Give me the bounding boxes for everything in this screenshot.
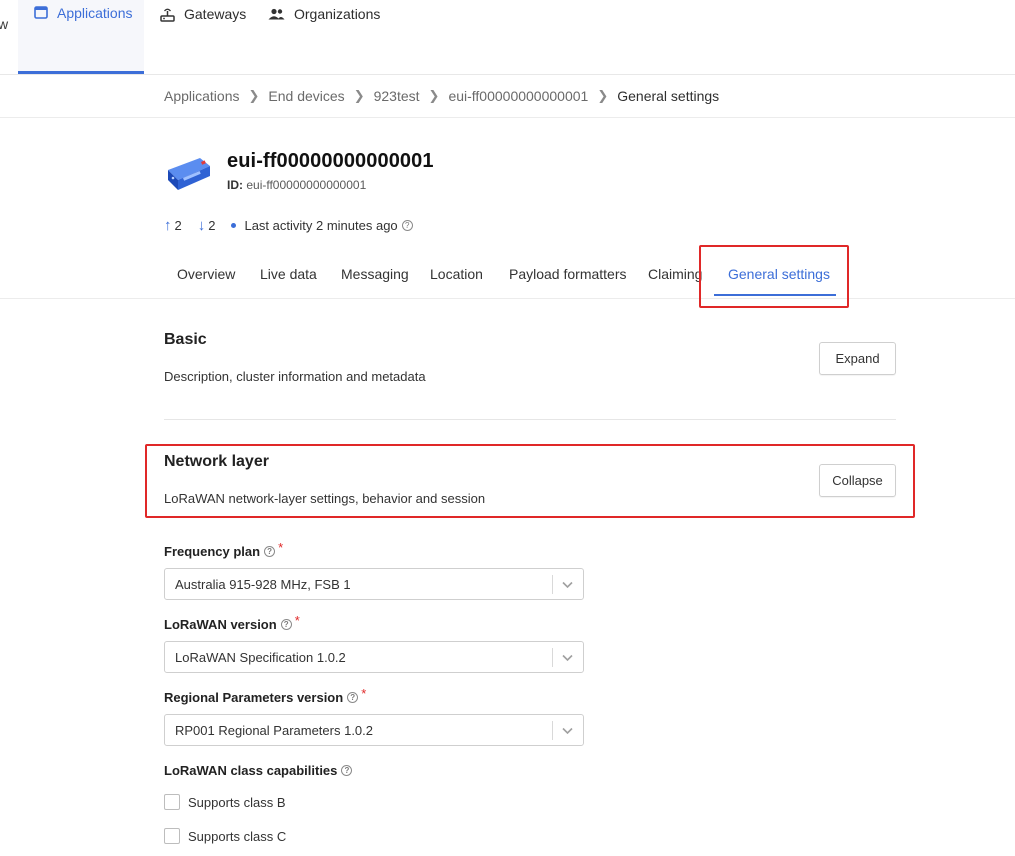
class-c-label: Supports class C bbox=[188, 828, 287, 844]
downlink-stat: ↓ 2 bbox=[198, 218, 216, 233]
breadcrumb-applications[interactable]: Applications bbox=[164, 88, 240, 104]
help-icon[interactable]: ? bbox=[264, 546, 276, 557]
nav-item-overview-cut[interactable]: w bbox=[0, 16, 8, 32]
breadcrumb-application-id[interactable]: 923test bbox=[374, 88, 420, 104]
highlight-box-tab bbox=[699, 245, 849, 308]
tab-claiming[interactable]: Claiming bbox=[648, 266, 702, 282]
class-b-label: Supports class B bbox=[188, 794, 286, 810]
top-navigation: w Applications Gateways Organizations bbox=[0, 0, 1015, 75]
tab-payload-formatters[interactable]: Payload formatters bbox=[509, 266, 627, 282]
application-window-icon bbox=[34, 6, 48, 19]
regional-params-select[interactable]: RP001 Regional Parameters 1.0.2 bbox=[164, 714, 584, 746]
select-separator bbox=[552, 575, 553, 594]
device-id: ID: eui-ff00000000000001 bbox=[227, 178, 366, 192]
section-desc-network-layer: LoRaWAN network-layer settings, behavior… bbox=[164, 491, 486, 506]
status-dot-icon bbox=[231, 223, 237, 228]
arrow-down-icon: ↓ bbox=[197, 217, 206, 234]
nav-item-label: Organizations bbox=[294, 6, 381, 22]
chevron-down-icon bbox=[562, 581, 573, 589]
chevron-right-icon: ❯ bbox=[353, 88, 365, 103]
class-b-option[interactable]: Supports class B bbox=[164, 794, 286, 810]
breadcrumb-current: General settings bbox=[617, 88, 720, 104]
select-separator bbox=[552, 648, 553, 667]
breadcrumb-device-id[interactable]: eui-ff00000000000001 bbox=[448, 88, 588, 104]
chevron-right-icon: ❯ bbox=[597, 88, 609, 103]
lorawan-version-value: LoRaWAN Specification 1.0.2 bbox=[175, 650, 346, 665]
lorawan-version-select[interactable]: LoRaWAN Specification 1.0.2 bbox=[164, 641, 584, 673]
chevron-right-icon: ❯ bbox=[248, 88, 260, 103]
device-id-value: eui-ff00000000000001 bbox=[246, 178, 367, 192]
chevron-down-icon bbox=[562, 727, 573, 735]
end-device-icon bbox=[164, 154, 212, 194]
tab-messaging[interactable]: Messaging bbox=[341, 266, 409, 282]
downlink-count: 2 bbox=[208, 218, 216, 233]
frequency-plan-select[interactable]: Australia 915-928 MHz, FSB 1 bbox=[164, 568, 584, 600]
section-divider bbox=[164, 419, 896, 420]
help-icon[interactable]: ? bbox=[401, 220, 413, 231]
lorawan-version-label: LoRaWAN version ? * bbox=[164, 613, 300, 632]
class-c-checkbox[interactable] bbox=[164, 828, 180, 844]
gateway-icon bbox=[160, 7, 175, 22]
nav-item-label: Gateways bbox=[184, 6, 247, 22]
device-tabs: Overview Live data Messaging Location Pa… bbox=[0, 256, 1015, 299]
frequency-plan-value: Australia 915-928 MHz, FSB 1 bbox=[175, 577, 351, 592]
lorawan-version-label-text: LoRaWAN version bbox=[164, 617, 277, 632]
last-activity: Last activity 2 minutes ago ? bbox=[231, 218, 413, 233]
section-desc-basic: Description, cluster information and met… bbox=[164, 369, 426, 384]
device-id-label: ID: bbox=[227, 178, 243, 192]
help-icon[interactable]: ? bbox=[341, 765, 353, 776]
class-capabilities-label-text: LoRaWAN class capabilities bbox=[164, 763, 338, 778]
tab-live-data[interactable]: Live data bbox=[260, 266, 317, 282]
device-stats: ↑ 2 ↓ 2 Last activity 2 minutes ago ? bbox=[164, 218, 429, 233]
nav-item-label: Applications bbox=[57, 4, 133, 21]
breadcrumb-end-devices[interactable]: End devices bbox=[268, 88, 344, 104]
regional-params-label: Regional Parameters version ? * bbox=[164, 686, 366, 705]
tab-overview[interactable]: Overview bbox=[177, 266, 235, 282]
chevron-right-icon: ❯ bbox=[428, 88, 440, 103]
page-title: eui-ff00000000000001 bbox=[227, 150, 434, 172]
class-c-option[interactable]: Supports class C bbox=[164, 828, 286, 844]
help-icon[interactable]: ? bbox=[280, 619, 292, 630]
select-separator bbox=[552, 721, 553, 740]
section-title-network-layer: Network layer bbox=[164, 453, 269, 470]
required-marker: * bbox=[278, 540, 284, 555]
tab-location[interactable]: Location bbox=[430, 266, 483, 282]
uplink-stat: ↑ 2 bbox=[164, 218, 182, 233]
required-marker: * bbox=[294, 613, 300, 628]
required-marker: * bbox=[361, 686, 367, 701]
uplink-count: 2 bbox=[174, 218, 182, 233]
arrow-up-icon: ↑ bbox=[164, 217, 172, 234]
help-icon[interactable]: ? bbox=[347, 692, 359, 703]
last-activity-text: Last activity 2 minutes ago bbox=[244, 218, 398, 233]
class-b-checkbox[interactable] bbox=[164, 794, 180, 810]
breadcrumb: Applications ❯ End devices ❯ 923test ❯ e… bbox=[164, 88, 719, 104]
frequency-plan-label-text: Frequency plan bbox=[164, 544, 261, 559]
collapse-button[interactable]: Collapse bbox=[819, 464, 896, 497]
frequency-plan-label: Frequency plan ? * bbox=[164, 540, 283, 559]
regional-params-value: RP001 Regional Parameters 1.0.2 bbox=[175, 723, 374, 738]
regional-params-label-text: Regional Parameters version bbox=[164, 690, 344, 705]
nav-item-applications[interactable]: Applications bbox=[18, 0, 144, 74]
breadcrumb-bar: Applications ❯ End devices ❯ 923test ❯ e… bbox=[0, 75, 1015, 118]
expand-button[interactable]: Expand bbox=[819, 342, 896, 375]
nav-item-gateways[interactable]: Gateways bbox=[160, 0, 246, 74]
class-capabilities-label: LoRaWAN class capabilities ? bbox=[164, 763, 353, 778]
nav-item-organizations[interactable]: Organizations bbox=[268, 0, 380, 74]
section-title-basic: Basic bbox=[164, 331, 207, 348]
organization-people-icon bbox=[268, 8, 285, 20]
chevron-down-icon bbox=[562, 654, 573, 662]
